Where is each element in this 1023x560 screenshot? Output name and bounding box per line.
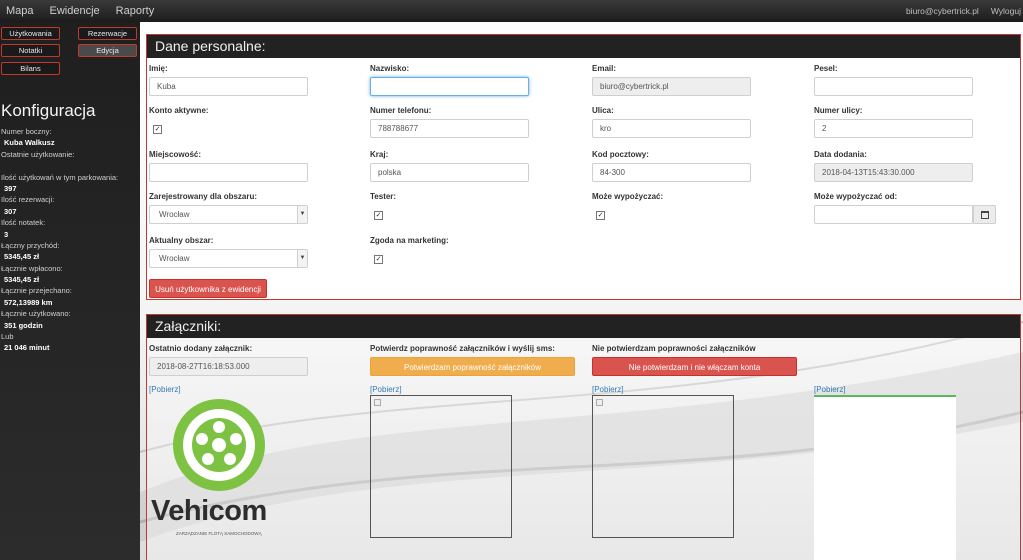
broken-image-icon: [596, 399, 603, 406]
attachment-image-2: [370, 395, 512, 538]
attachment-image-3: [592, 395, 734, 538]
vehicom-logo: Vehicom ZARZĄDZANIE FLOTĄ SAMOCHODOWĄ: [149, 395, 289, 545]
aktualny-obszar-select[interactable]: Wrocław ▼: [149, 249, 308, 268]
sidebar: Użytkowania Rezerwacje Notatki Edycja Bi…: [0, 22, 140, 560]
stat-value: 397: [4, 183, 17, 193]
broken-image-icon: [374, 399, 381, 406]
download-link-1[interactable]: [Pobierz]: [149, 385, 181, 394]
edycja-button[interactable]: Edycja: [78, 44, 137, 57]
user-email[interactable]: biuro@cybertrick.pl: [906, 6, 979, 16]
email-label: Email:: [592, 64, 617, 73]
download-link-3[interactable]: [Pobierz]: [592, 385, 624, 394]
stat-label: Łącznie użytkowano:: [1, 309, 71, 319]
obszar-select-value: Wrocław: [159, 210, 190, 219]
nav-mapa[interactable]: Mapa: [6, 5, 34, 17]
attachments-panel-title: Załączniki:: [147, 315, 1020, 338]
logo-text: Vehicom: [151, 495, 267, 527]
top-navbar: Mapa Ewidencje Raporty biuro@cybertrick.…: [0, 0, 1023, 22]
stat-value: 5345,45 zł: [4, 252, 40, 262]
data-dodania-label: Data dodania:: [814, 150, 867, 159]
kod-pocztowy-input[interactable]: 84-300: [592, 163, 751, 182]
date-picker-button[interactable]: [973, 205, 996, 224]
stat-value: 351 godzin: [4, 320, 43, 330]
kod-pocztowy-label: Kod pocztowy:: [592, 150, 649, 159]
stat-label: Numer boczny:: [1, 127, 52, 136]
uzytkowania-button[interactable]: Użytkowania: [1, 27, 60, 40]
stat-label: Ilość notatek:: [1, 218, 46, 228]
stat-value: 5345,45 zł: [4, 275, 40, 285]
stat-label: Łącznie wpłacono:: [1, 263, 63, 273]
aktualny-obszar-select-value: Wrocław: [159, 254, 190, 263]
moze-wypozyczac-od-input[interactable]: [814, 205, 973, 224]
reject-attachments-button[interactable]: Nie potwierdzam i nie włączam konta: [592, 357, 797, 376]
chevron-down-icon: ▼: [297, 206, 307, 223]
marketing-checkbox[interactable]: ✓: [374, 255, 383, 264]
aktualny-obszar-label: Aktualny obszar:: [149, 236, 214, 245]
miejscowosc-label: Miejscowość:: [149, 150, 202, 159]
stat-label: Ilość rezerwacji:: [1, 195, 55, 205]
calendar-icon: [981, 211, 989, 219]
moze-wypozyczac-checkbox[interactable]: ✓: [596, 211, 605, 220]
personal-data-panel: Dane personalne: Imię: Kuba Nazwisko: Em…: [146, 34, 1021, 300]
attachments-panel: Załączniki: Ostatnio dodany załącznik: 2…: [146, 314, 1021, 560]
main-content: Dane personalne: Imię: Kuba Nazwisko: Em…: [140, 22, 1023, 560]
logout-link[interactable]: Wyloguj: [991, 6, 1021, 16]
last-attachment-field: 2018-08-27T16:18:53.000: [149, 357, 308, 376]
konto-aktywne-label: Konto aktywne:: [149, 106, 209, 115]
tester-checkbox[interactable]: ✓: [374, 211, 383, 220]
numer-ulicy-input[interactable]: 2: [814, 119, 973, 138]
personal-panel-title: Dane personalne:: [147, 35, 1020, 58]
confirm-label: Potwierdz poprawność załączników i wyśli…: [370, 344, 555, 353]
nav-ewidencje[interactable]: Ewidencje: [50, 5, 100, 17]
pesel-input[interactable]: [814, 77, 973, 96]
ulica-label: Ulica:: [592, 106, 614, 115]
miejscowosc-input[interactable]: [149, 163, 308, 182]
konto-aktywne-checkbox[interactable]: ✓: [153, 125, 162, 134]
confirm-attachments-button[interactable]: Potwierdzam poprawność załączników: [370, 357, 575, 376]
telefon-input[interactable]: 788788677: [370, 119, 529, 138]
imie-input[interactable]: Kuba: [149, 77, 308, 96]
moze-wypozyczac-label: Może wypożyczać:: [592, 192, 664, 201]
email-field: biuro@cybertrick.pl: [592, 77, 751, 96]
attachment-image-4: [814, 395, 956, 560]
imie-label: Imię:: [149, 64, 168, 73]
nazwisko-input[interactable]: [370, 77, 529, 96]
stat-value: Kuba Walkusz: [4, 138, 55, 148]
obszar-select[interactable]: Wrocław ▼: [149, 205, 308, 224]
stat-label: Ilość użytkowań w tym parkowania:: [1, 172, 119, 182]
nav-raporty[interactable]: Raporty: [116, 5, 155, 17]
rezerwacje-button[interactable]: Rezerwacje: [78, 27, 137, 40]
stat-value: 21 046 minut: [4, 343, 50, 353]
kraj-input[interactable]: polska: [370, 163, 529, 182]
telefon-label: Numer telefonu:: [370, 106, 432, 115]
obszar-label: Zarejestrowany dla obszaru:: [149, 192, 258, 201]
numer-ulicy-label: Numer ulicy:: [814, 106, 863, 115]
stat-label: Lub: [1, 332, 14, 342]
stat-label: Łączny przychód:: [1, 240, 60, 250]
stat-label: Łącznie przejechano:: [1, 286, 72, 296]
stat-value: 572,13989 km: [4, 297, 53, 307]
delete-user-button[interactable]: Usuń użytkownika z ewidencji: [149, 279, 267, 298]
sidebar-title: Konfiguracja: [1, 101, 96, 120]
nazwisko-label: Nazwisko:: [370, 64, 410, 73]
download-link-4[interactable]: [Pobierz]: [814, 385, 846, 394]
kraj-label: Kraj:: [370, 150, 389, 159]
ulica-input[interactable]: kro: [592, 119, 751, 138]
download-link-2[interactable]: [Pobierz]: [370, 385, 402, 394]
stat-value: 3: [4, 229, 9, 239]
stats-list: Numer boczny: Kuba Walkusz Ostatnie użyt…: [1, 126, 140, 354]
last-attachment-label: Ostatnio dodany załącznik:: [149, 344, 253, 353]
pesel-label: Pesel:: [814, 64, 838, 73]
tester-label: Tester:: [370, 192, 397, 201]
marketing-label: Zgoda na marketing:: [370, 236, 449, 245]
stat-value: 307: [4, 206, 17, 216]
notatki-button[interactable]: Notatki: [1, 44, 60, 57]
moze-wypozyczac-od-label: Może wypożyczać od:: [814, 192, 898, 201]
reject-label: Nie potwierdzam poprawności załączników: [592, 344, 756, 353]
data-dodania-field: 2018-04-13T15:43:30.000: [814, 163, 973, 182]
chevron-down-icon: ▼: [297, 250, 307, 267]
logo-subtitle: ZARZĄDZANIE FLOTĄ SAMOCHODOWĄ: [176, 531, 262, 536]
stat-label: Ostatnie użytkowanie:: [1, 149, 75, 159]
bilans-button[interactable]: Bilans: [1, 62, 60, 75]
